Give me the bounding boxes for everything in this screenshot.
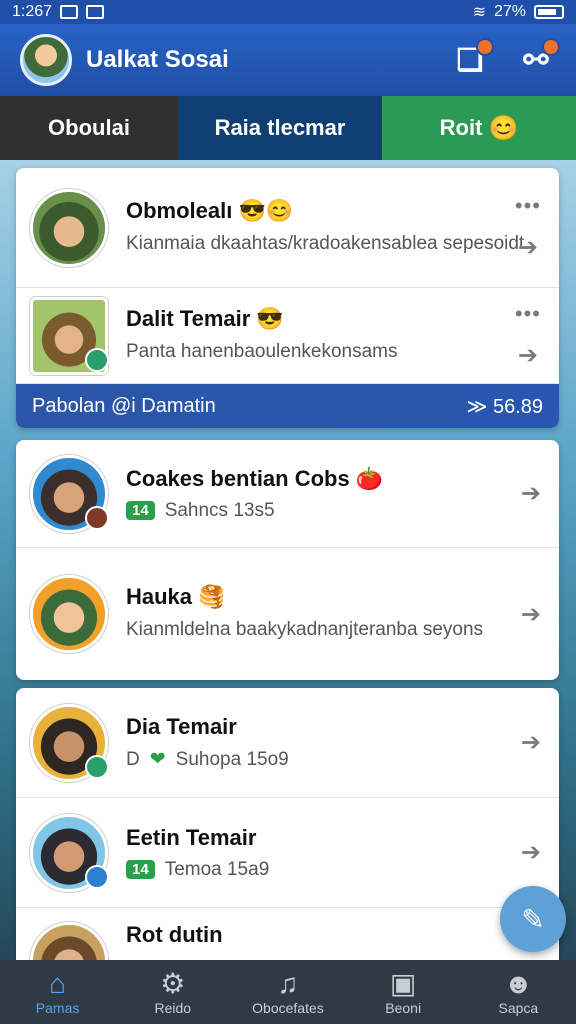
list-item[interactable]: Obmolealı 😎😊 Kianmaia dkaahtas/kradoaken… [16, 168, 559, 288]
nav-label: Pamas [35, 1000, 80, 1016]
contact-name: Hauka 🥞 [126, 584, 226, 609]
more-icon[interactable]: ••• [515, 301, 541, 327]
tab-raia[interactable]: Raia tlecmar [178, 96, 382, 160]
battery-icon [534, 5, 564, 19]
message-meta: Temoa 15a9 [164, 858, 270, 880]
app-title: Ualkat Sosai [86, 46, 229, 73]
message-preview: Kianmldelna baakykadnanjteranba seyons [126, 619, 484, 640]
battery-text: 27% [493, 3, 526, 20]
list-item[interactable]: Dia Temair D ❤ Suhopa 15o9 ➔ [16, 688, 559, 798]
tab-label: Raia tlecmar [214, 115, 346, 140]
message-meta: Suhopa 15o9 [175, 748, 289, 770]
heart-icon: ❤ [149, 749, 166, 770]
tab-bar: Oboulai Raia tlecmar Roit 😊 [0, 96, 576, 160]
notification-badge [476, 38, 494, 56]
avatar [30, 188, 108, 267]
contact-name: Obmolealı 😎😊 [126, 197, 294, 223]
nav-label: Sapca [498, 1000, 539, 1016]
avatar [30, 296, 109, 375]
home-icon: ⌂ [49, 968, 67, 999]
tab-label: Oboulai [48, 115, 130, 140]
promo-banner[interactable]: Pabolan @i Damatin ≫ 56.89 [16, 384, 559, 428]
smile-emoji-icon: 😊 [488, 114, 519, 142]
count-badge: 14 [126, 860, 155, 879]
nav-item-beoni[interactable]: ▣ Beoni [346, 968, 461, 1016]
list-item[interactable]: Rot dutin [16, 908, 559, 968]
status-icon [85, 864, 109, 889]
gallery-icon [60, 5, 79, 19]
wifi-icon: ≋ [472, 4, 486, 21]
status-icon [85, 505, 109, 530]
online-status-icon [85, 347, 109, 372]
arrow-right-icon[interactable]: ➔ [521, 838, 541, 867]
app-header: Ualkat Sosai ❑ ⚯ [0, 24, 576, 96]
app-avatar[interactable] [20, 34, 72, 86]
nav-label: Obocefates [252, 1000, 324, 1016]
chat-edit-icon: ✎ [521, 903, 545, 935]
list-item[interactable]: Eetin Temair 14 Temoa 15a9 ➔ [16, 798, 559, 908]
contact-name: Eetin Temair [126, 824, 257, 850]
nav-item-sapca[interactable]: ☻ Sapca [461, 968, 576, 1016]
arrow-right-icon[interactable]: ➔ [521, 600, 541, 629]
arrow-right-icon[interactable]: ➔ [521, 728, 541, 757]
compose-button[interactable]: ✎ [500, 886, 566, 952]
conversation-card: Dia Temair D ❤ Suhopa 15o9 ➔ Eetin Temai… [16, 688, 559, 968]
nav-label: Beoni [385, 1000, 422, 1016]
chat-icon: ▣ [389, 968, 417, 999]
cloud-icon [86, 5, 105, 19]
avatar [30, 813, 109, 892]
bottom-nav: ⌂ Pamas ⚙ Reido ♫ Obocefates ▣ Beoni ☻ S… [0, 960, 576, 1024]
list-item[interactable]: Hauka 🥞 Kianmldelna baakykadnanjteranba … [16, 548, 559, 680]
nav-item-obocefates[interactable]: ♫ Obocefates [230, 968, 345, 1016]
notifications-button[interactable]: ❑ [450, 38, 494, 80]
link-badge [542, 38, 560, 56]
prefix-label: D [126, 748, 140, 770]
avatar [30, 575, 108, 653]
nav-label: Reido [154, 1000, 192, 1016]
tab-oboulai[interactable]: Oboulai [0, 96, 178, 160]
status-time: 1:267 [12, 3, 53, 20]
nav-item-reido[interactable]: ⚙ Reido [115, 968, 230, 1016]
link-button[interactable]: ⚯ [516, 38, 560, 80]
status-bar: 1:267 ≋ 27% [0, 0, 576, 24]
contact-name: Dalit Temair 😎 [126, 305, 284, 331]
arrow-right-icon[interactable]: ➔ [518, 233, 538, 262]
tab-roit[interactable]: Roit 😊 [382, 96, 576, 160]
conversation-card: Obmolealı 😎😊 Kianmaia dkaahtas/kradoaken… [16, 168, 559, 428]
nav-item-pamas[interactable]: ⌂ Pamas [0, 968, 115, 1016]
gear-icon: ⚙ [160, 968, 186, 999]
message-meta: Sahncs 13s5 [164, 499, 275, 521]
avatar [30, 703, 109, 782]
count-badge: 14 [126, 501, 155, 520]
contact-name: Dia Temair [126, 714, 237, 739]
list-item[interactable]: Dalit Temair 😎 Panta hanenbaoulenkekonsa… [16, 288, 559, 384]
music-icon: ♫ [277, 968, 299, 999]
more-icon[interactable]: ••• [515, 193, 541, 219]
arrow-right-icon[interactable]: ➔ [518, 341, 538, 370]
banner-value: ≫ 56.89 [466, 395, 543, 418]
contact-name: Coakes bentian Cobs 🍅 [126, 465, 384, 491]
banner-text: Pabolan @i Damatin [32, 394, 216, 417]
message-preview: Kianmaia dkaahtas/kradoakensablea sepeso… [126, 232, 530, 254]
message-preview: Panta hanenbaoulenkekonsams [126, 340, 398, 362]
conversation-card: Coakes bentian Cobs 🍅 14 Sahncs 13s5 ➔ H… [16, 440, 559, 680]
arrow-right-icon[interactable]: ➔ [521, 479, 541, 508]
online-status-icon [85, 754, 109, 779]
list-item[interactable]: Coakes bentian Cobs 🍅 14 Sahncs 13s5 ➔ [16, 440, 559, 548]
tab-label: Roit [439, 115, 483, 140]
contact-name: Rot dutin [126, 922, 223, 947]
avatar [30, 454, 109, 533]
profile-icon: ☻ [503, 968, 534, 999]
